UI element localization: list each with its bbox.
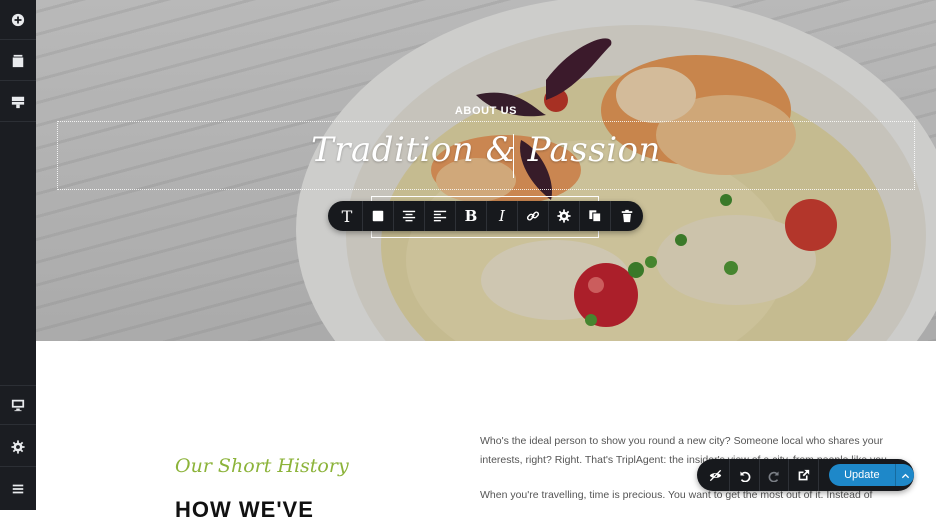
hero-section: ABOUT US Tradition & Passion T B I [36, 0, 936, 341]
bold-icon: B [464, 207, 478, 225]
open-preview-button[interactable] [789, 459, 819, 491]
pages-button[interactable] [0, 41, 36, 81]
layout-icon [11, 96, 25, 108]
text-style-icon: T [341, 206, 353, 226]
italic-icon: I [499, 207, 505, 225]
text-style-button[interactable]: T [332, 201, 363, 231]
external-link-icon [798, 469, 810, 480]
hero-title[interactable]: Tradition & Passion [36, 130, 936, 170]
hero-eyebrow: ABOUT US [454, 105, 518, 117]
undo-button[interactable] [730, 459, 760, 491]
add-element-button[interactable] [0, 0, 36, 40]
history-label: Our Short History [175, 455, 349, 477]
text-cursor [513, 134, 514, 178]
gear-icon [11, 439, 25, 454]
preview-desktop-button[interactable] [0, 385, 36, 425]
editor-sidebar [0, 0, 36, 510]
settings-button[interactable] [0, 427, 36, 467]
eye-off-icon [709, 469, 721, 481]
bold-button[interactable]: B [456, 201, 487, 231]
main-menu-button[interactable] [0, 469, 36, 509]
text-settings-button[interactable] [549, 201, 580, 231]
publish-action-bar: Update [697, 459, 914, 491]
pages-icon [12, 54, 24, 67]
toggle-visibility-button[interactable] [701, 459, 731, 491]
menu-icon [12, 484, 24, 494]
chevron-up-icon [901, 473, 909, 478]
add-icon [11, 13, 25, 26]
redo-button[interactable] [760, 459, 790, 491]
duplicate-button[interactable] [580, 201, 611, 231]
text-format-toolbar: T B I [328, 201, 643, 231]
delete-icon [621, 209, 632, 223]
align-left-icon [433, 210, 447, 222]
align-left-button[interactable] [425, 201, 456, 231]
align-center-icon [402, 210, 416, 222]
duplicate-icon [589, 210, 602, 223]
redo-icon [768, 470, 779, 482]
update-button[interactable]: Update [828, 464, 895, 486]
layout-button[interactable] [0, 82, 36, 122]
history-heading: HOW WE'VE [175, 497, 314, 522]
text-color-button[interactable] [363, 201, 394, 231]
link-button[interactable] [518, 201, 549, 231]
update-options-button[interactable] [895, 464, 914, 486]
delete-button[interactable] [611, 201, 642, 231]
color-icon [372, 210, 384, 222]
align-center-button[interactable] [394, 201, 425, 231]
link-icon [526, 211, 540, 221]
undo-icon [740, 470, 751, 482]
desktop-icon [11, 399, 25, 412]
italic-button[interactable]: I [487, 201, 518, 231]
gear-icon [557, 209, 571, 223]
